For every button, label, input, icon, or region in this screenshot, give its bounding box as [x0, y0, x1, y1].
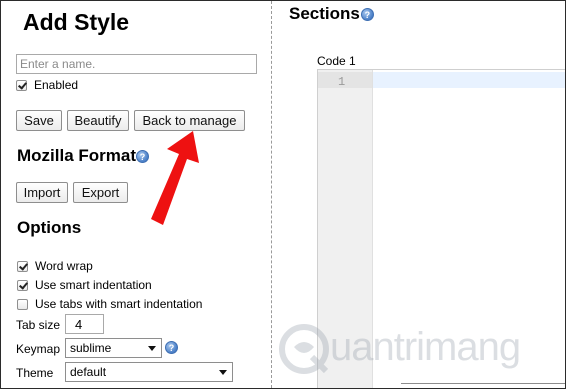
export-button[interactable]: Export: [73, 182, 128, 203]
enabled-row: Enabled: [16, 78, 78, 92]
tab-size-label: Tab size: [16, 318, 61, 332]
theme-select[interactable]: default: [65, 362, 233, 382]
bottom-scrollbar: [401, 383, 565, 388]
import-button[interactable]: Import: [16, 182, 68, 203]
keymap-select[interactable]: sublime: [65, 338, 162, 358]
smart-indentation-checkbox[interactable]: [17, 279, 28, 291]
sections-heading: Sections?: [289, 4, 374, 24]
left-panel: Add Style Enabled Save Beautify Back to …: [1, 1, 271, 388]
tabs-smart-indentation-checkbox[interactable]: [17, 298, 28, 310]
keymap-value: sublime: [70, 341, 112, 355]
mozilla-format-heading: Mozilla Format?: [17, 146, 150, 166]
annotation-arrow-icon: [151, 131, 199, 225]
enabled-checkbox[interactable]: [16, 79, 27, 91]
page-title: Add Style: [23, 9, 130, 35]
options-heading: Options: [17, 218, 82, 237]
theme-label: Theme: [16, 366, 54, 380]
word-wrap-checkbox[interactable]: [17, 260, 28, 272]
right-panel: Sections? Code 1 1: [272, 1, 565, 388]
chevron-down-icon: [148, 345, 156, 351]
word-wrap-row: Word wrap: [17, 259, 93, 273]
mozilla-format-heading-text: Mozilla Format: [17, 146, 137, 165]
beautify-button[interactable]: Beautify: [67, 110, 129, 131]
code-section-label: Code 1: [317, 54, 356, 68]
tabs-smart-indentation-row: Use tabs with smart indentation: [17, 297, 202, 311]
chevron-down-icon: [219, 369, 227, 375]
word-wrap-label: Word wrap: [35, 259, 93, 273]
window-frame: Add Style Enabled Save Beautify Back to …: [0, 0, 566, 389]
enabled-label: Enabled: [34, 78, 79, 92]
tabs-smart-indentation-label: Use tabs with smart indentation: [35, 297, 203, 311]
smart-indentation-label: Use smart indentation: [35, 278, 152, 292]
save-button[interactable]: Save: [16, 110, 62, 131]
theme-value: default: [70, 365, 107, 379]
smart-indentation-row: Use smart indentation: [17, 278, 152, 292]
tab-size-input[interactable]: 4: [65, 314, 104, 334]
line-gutter: [318, 70, 373, 388]
style-name-input[interactable]: [16, 54, 257, 74]
line-number: 1: [338, 75, 346, 89]
sections-heading-text: Sections: [289, 4, 360, 23]
keymap-help-icon[interactable]: ?: [165, 341, 178, 354]
sections-help-icon[interactable]: ?: [360, 8, 374, 22]
active-line-highlight: [373, 72, 565, 88]
keymap-label: Keymap: [16, 342, 61, 356]
code-editor[interactable]: 1: [317, 69, 565, 388]
